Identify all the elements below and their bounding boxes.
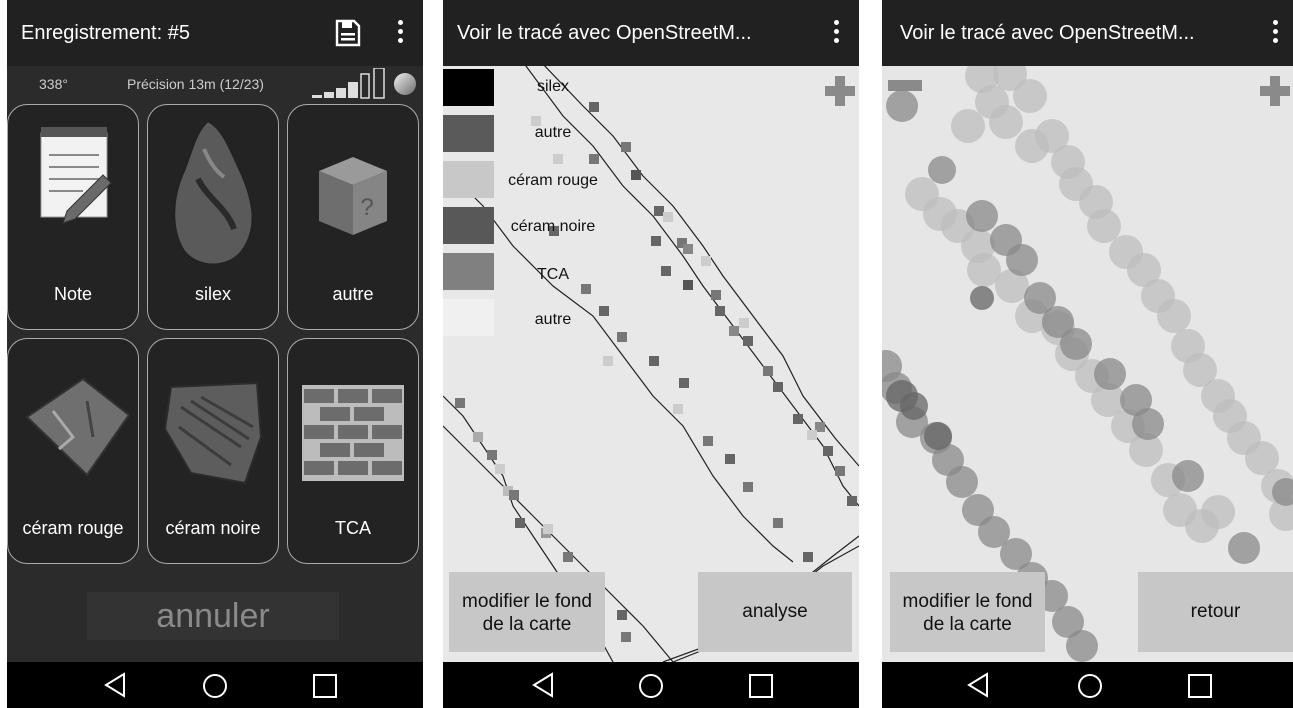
- tile-tca-label: TCA: [335, 518, 371, 538]
- change-basemap-label: modifier le fond de la carte: [902, 591, 1033, 635]
- zoom-in-icon[interactable]: [1258, 74, 1292, 108]
- tile-ceram-noire-label: céram noire: [165, 518, 261, 538]
- home-icon[interactable]: [203, 674, 227, 698]
- legend-swatch-ceram-noire: [443, 207, 494, 244]
- legend-label-autre-2: autre: [534, 311, 572, 328]
- recording-title: Enregistrement: #5: [21, 22, 190, 44]
- overflow-menu-icon[interactable]: [833, 20, 839, 46]
- system-nav-bar: [443, 662, 859, 708]
- home-icon[interactable]: [639, 674, 663, 698]
- back-icon[interactable]: [103, 672, 127, 698]
- change-basemap-button[interactable]: modifier le fond de la carte: [890, 572, 1045, 652]
- legend-label-ceram-noire: céram noire: [510, 218, 596, 235]
- flint-icon: [173, 119, 254, 266]
- recent-apps-icon[interactable]: [749, 674, 773, 698]
- tile-tca[interactable]: TCA: [287, 338, 419, 564]
- signal-strength-icon: [312, 68, 385, 99]
- red-ceramic-icon: [25, 377, 131, 477]
- system-nav-bar: [7, 662, 423, 708]
- map-track-screen: silex autre céram rouge céram noire TCA …: [443, 0, 859, 708]
- tile-silex-label: silex: [194, 284, 231, 304]
- legend-label-silex: silex: [536, 78, 569, 95]
- save-icon[interactable]: [335, 19, 361, 47]
- legend-label-autre: autre: [534, 124, 572, 141]
- tile-silex[interactable]: silex: [147, 104, 279, 330]
- legend-swatch-autre: [443, 115, 494, 152]
- cancel-button[interactable]: annuler: [87, 592, 339, 640]
- tile-autre-label: autre: [332, 284, 374, 304]
- app-bar: Enregistrement: #5: [7, 0, 423, 66]
- return-button[interactable]: retour: [1138, 572, 1293, 652]
- legend-swatch-silex: [443, 69, 494, 106]
- tile-ceram-noire[interactable]: céram noire: [147, 338, 279, 564]
- recent-apps-icon[interactable]: [313, 674, 337, 698]
- svg-text:?: ?: [360, 194, 373, 221]
- home-icon[interactable]: [1078, 674, 1102, 698]
- map-title: Voir le tracé avec OpenStreetM...: [457, 22, 752, 44]
- brick-wall-icon: [302, 385, 404, 481]
- analyse-button[interactable]: analyse: [698, 572, 852, 652]
- heading-value: 338°: [39, 76, 68, 92]
- legend-swatch-ceram-rouge: [443, 161, 494, 198]
- overflow-menu-icon[interactable]: [397, 20, 403, 46]
- zoom-out-icon[interactable]: [888, 80, 922, 92]
- tile-note-label: Note: [53, 284, 93, 304]
- recent-apps-icon[interactable]: [1188, 674, 1212, 698]
- tile-note[interactable]: Note: [7, 104, 139, 330]
- back-icon[interactable]: [531, 672, 555, 698]
- legend-swatch-autre-2: [443, 299, 494, 336]
- legend-swatch-tca: [443, 253, 494, 290]
- tile-ceram-rouge-label: céram rouge: [22, 518, 124, 538]
- system-nav-bar: [882, 662, 1293, 708]
- mystery-box-icon: ?: [319, 157, 387, 235]
- precision-text: Précision 13m (12/23): [127, 76, 264, 92]
- change-basemap-label: modifier le fond de la carte: [462, 591, 592, 635]
- density-map-screen: modifier le fond de la carte retour Voir…: [882, 0, 1293, 708]
- legend-label-ceram-rouge: céram rouge: [508, 172, 598, 189]
- tile-ceram-rouge[interactable]: céram rouge: [7, 338, 139, 564]
- recording-screen: Enregistrement: #5 338° Précision 13m (1…: [7, 0, 423, 708]
- tile-autre[interactable]: ? autre: [287, 104, 419, 330]
- notepad-icon: [40, 127, 112, 224]
- gps-status-row: 338° Précision 13m (12/23): [7, 66, 423, 102]
- overflow-menu-icon[interactable]: [1272, 20, 1278, 46]
- map-title: Voir le tracé avec OpenStreetM...: [900, 22, 1195, 44]
- black-ceramic-icon: [163, 381, 263, 485]
- app-bar: Voir le tracé avec OpenStreetM...: [443, 0, 859, 66]
- back-icon[interactable]: [966, 672, 990, 698]
- app-bar: Voir le tracé avec OpenStreetM...: [882, 0, 1293, 66]
- change-basemap-button[interactable]: modifier le fond de la carte: [449, 572, 605, 652]
- zoom-in-icon[interactable]: [823, 74, 857, 108]
- legend-label-tca: TCA: [537, 266, 569, 283]
- gps-indicator-icon: [394, 73, 416, 95]
